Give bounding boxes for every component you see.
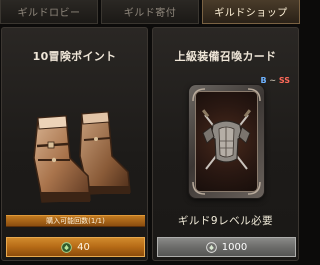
buy-button-adventure-points[interactable]: 40 [6,237,145,257]
buy-button-summon-card[interactable]: 1000 [157,237,296,257]
item-title: 上級装備召喚カード [174,50,277,63]
rarity-range: B ~ SS [260,76,290,85]
guild-tab-bar: ギルドロビー ギルド寄付 ギルドショップ [0,0,300,24]
armor-summon-card-icon [189,85,264,198]
price-text: 1000 [221,241,248,253]
tab-guild-shop[interactable]: ギルドショップ [202,0,300,24]
tab-guild-lobby[interactable]: ギルドロビー [0,0,98,24]
guild-level-requirement: ギルド9レベル必要 [177,215,274,227]
guild-coin-green-icon [61,241,72,253]
guild-coin-silver-icon [205,241,217,253]
tab-guild-donation[interactable]: ギルド寄付 [101,0,199,24]
purchase-limit-text: 購入可能回数(1/1) [46,217,105,225]
shop-item-summon-card[interactable]: 上級装備召喚カード B ~ SS ギルド9レベル必要 1000 [152,27,299,261]
price-text: 40 [77,241,90,253]
item-title: 10冒険ポイント [32,50,117,63]
shop-item-adventure-points[interactable]: 10冒険ポイント 購入可能回数(1/1) 40 [1,27,148,261]
boots-icon [33,111,131,203]
purchase-limit-bar: 購入可能回数(1/1) [6,215,145,227]
